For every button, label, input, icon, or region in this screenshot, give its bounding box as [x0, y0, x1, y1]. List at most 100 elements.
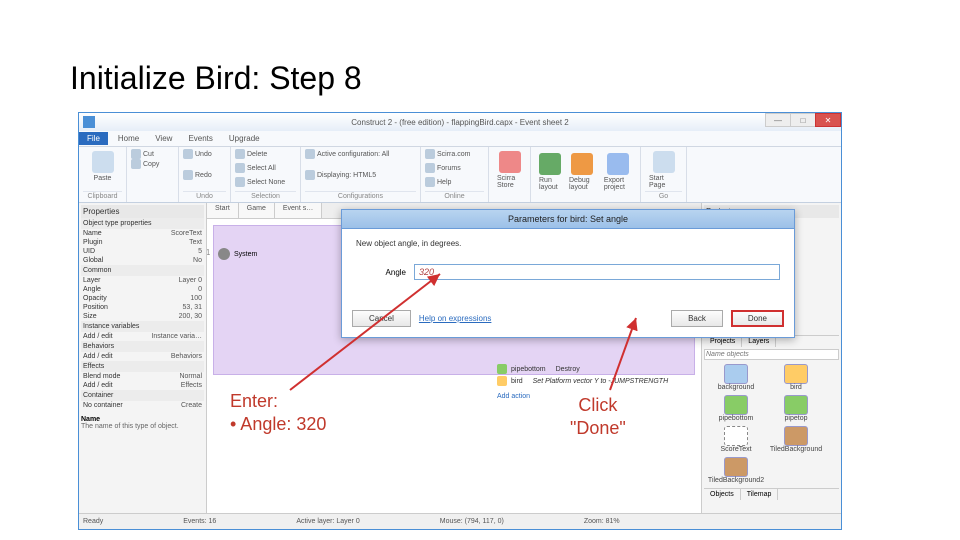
bottom-tab-objects[interactable]: Objects	[704, 489, 741, 500]
group-selection: Selection	[235, 191, 296, 200]
forums-link[interactable]: Forums	[425, 163, 484, 173]
prop-row: Blend modeNormal	[81, 372, 204, 381]
parameters-dialog: Parameters for bird: Set angle New objec…	[341, 209, 795, 338]
status-mouse: Mouse: (794, 117, 0)	[440, 518, 504, 525]
tab-start[interactable]: Start	[207, 203, 239, 218]
prop-row[interactable]: No containerCreate	[81, 401, 204, 410]
object-search-input[interactable]	[704, 349, 839, 360]
prop-row: UID5	[81, 247, 204, 256]
minimize-button[interactable]: —	[765, 113, 791, 127]
status-bar: Ready Events: 16 Active layer: Layer 0 M…	[79, 513, 841, 529]
done-button[interactable]: Done	[731, 310, 784, 327]
prop-row: GlobalNo	[81, 256, 204, 265]
sprite-icon	[497, 364, 507, 374]
app-icon	[83, 116, 95, 128]
tab-eventsheet[interactable]: Event s…	[275, 203, 322, 218]
object-thumb[interactable]: bird	[768, 364, 824, 391]
tab-game[interactable]: Game	[239, 203, 275, 218]
window-title: Construct 2 - (free edition) - flappingB…	[351, 118, 568, 127]
action-row[interactable]: bird Set Platform vector Y to -JUMPSTREN…	[497, 375, 697, 387]
annotation-click: Click "Done"	[570, 394, 626, 441]
prop-row: PluginText	[81, 238, 204, 247]
group-clipboard: Clipboard	[83, 191, 122, 200]
group-online: Online	[425, 191, 484, 200]
undo-button[interactable]: Undo	[183, 149, 226, 159]
dialog-title: Parameters for bird: Set angle	[342, 210, 794, 229]
object-thumb[interactable]: TiledBackground	[768, 426, 824, 453]
slide-title: Initialize Bird: Step 8	[70, 60, 362, 97]
prop-row[interactable]: Add / editInstance varia…	[81, 332, 204, 341]
gear-icon	[218, 248, 230, 260]
properties-panel: Properties Object type properties NameSc…	[79, 203, 207, 513]
object-thumb[interactable]: background	[708, 364, 764, 391]
prop-name-hint: The name of this type of object.	[81, 423, 204, 430]
group-undo: Undo	[183, 191, 226, 200]
prop-row: Angle0	[81, 285, 204, 294]
redo-button[interactable]: Redo	[183, 170, 226, 180]
prop-row[interactable]: Add / editEffects	[81, 381, 204, 390]
help-link[interactable]: Help	[425, 177, 484, 187]
prop-row: Position53, 31	[81, 303, 204, 312]
status-ready: Ready	[83, 518, 103, 525]
prop-row: LayerLayer 0	[81, 276, 204, 285]
angle-input[interactable]	[414, 264, 780, 280]
paste-button[interactable]: Paste	[83, 149, 122, 184]
select-none-button[interactable]: Select None	[235, 177, 296, 187]
menu-view[interactable]: View	[147, 132, 180, 145]
annotation-enter: Enter: • Angle: 320	[230, 390, 326, 437]
object-palette: background bird pipebottom pipetop Score…	[704, 360, 839, 488]
menu-home[interactable]: Home	[110, 132, 147, 145]
scirra-store-button[interactable]: Scirra Store	[493, 149, 526, 191]
help-expressions-link[interactable]: Help on expressions	[419, 314, 491, 323]
prop-name-label: Name	[81, 416, 204, 423]
prop-section-object: Object type properties	[81, 218, 204, 229]
prop-row: Size200, 30	[81, 312, 204, 321]
object-thumb[interactable]: TiledBackground2	[708, 457, 764, 484]
back-button[interactable]: Back	[671, 310, 723, 327]
event-number: 11	[207, 248, 210, 257]
app-window: Construct 2 - (free edition) - flappingB…	[78, 112, 842, 530]
prop-section-beh: Behaviors	[81, 341, 204, 352]
object-thumb[interactable]: ScoreText	[708, 426, 764, 453]
bottom-tab-tilemap[interactable]: Tilemap	[741, 489, 779, 500]
prop-section-common: Common	[81, 265, 204, 276]
object-thumb[interactable]: pipetop	[768, 395, 824, 422]
group-go: Go	[645, 191, 682, 200]
menu-events[interactable]: Events	[180, 132, 220, 145]
prop-section-inst: Instance variables	[81, 321, 204, 332]
properties-header: Properties	[81, 205, 204, 218]
prop-section-eff: Effects	[81, 361, 204, 372]
menu-file[interactable]: File	[79, 132, 108, 145]
group-configs: Configurations	[305, 191, 416, 200]
status-zoom: Zoom: 81%	[584, 518, 620, 525]
prop-row: NameScoreText	[81, 229, 204, 238]
angle-label: Angle	[356, 268, 406, 277]
displaying[interactable]: Displaying: HTML5	[305, 170, 416, 180]
prop-row[interactable]: Add / editBehaviors	[81, 352, 204, 361]
status-events: Events: 16	[183, 518, 216, 525]
object-thumb[interactable]: pipebottom	[708, 395, 764, 422]
sprite-icon	[497, 376, 507, 386]
menu-upgrade[interactable]: Upgrade	[221, 132, 268, 145]
dialog-description: New object angle, in degrees.	[356, 239, 780, 248]
select-all-button[interactable]: Select All	[235, 163, 296, 173]
scirra-link[interactable]: Scirra.com	[425, 149, 484, 159]
cancel-button[interactable]: Cancel	[352, 310, 411, 327]
delete-button[interactable]: Delete	[235, 149, 296, 159]
prop-row: Opacity100	[81, 294, 204, 303]
menu-bar: File Home View Events Upgrade	[79, 131, 841, 147]
active-config[interactable]: Active configuration: All	[305, 149, 416, 159]
run-layout-button[interactable]: Run layout	[535, 151, 565, 193]
copy-button[interactable]: Copy	[131, 159, 174, 169]
export-project-button[interactable]: Export project	[600, 151, 636, 193]
status-layer: Active layer: Layer 0	[296, 518, 359, 525]
action-row[interactable]: pipebottom Destroy	[497, 363, 697, 375]
prop-section-cont: Container	[81, 390, 204, 401]
maximize-button[interactable]: □	[790, 113, 816, 127]
ribbon: Paste Clipboard Cut Copy Undo Redo Undo …	[79, 147, 841, 203]
titlebar: Construct 2 - (free edition) - flappingB…	[79, 113, 841, 131]
debug-layout-button[interactable]: Debug layout	[565, 151, 600, 193]
cut-button[interactable]: Cut	[131, 149, 174, 159]
close-button[interactable]: ✕	[815, 113, 841, 127]
start-page-button[interactable]: Start Page	[645, 149, 682, 191]
